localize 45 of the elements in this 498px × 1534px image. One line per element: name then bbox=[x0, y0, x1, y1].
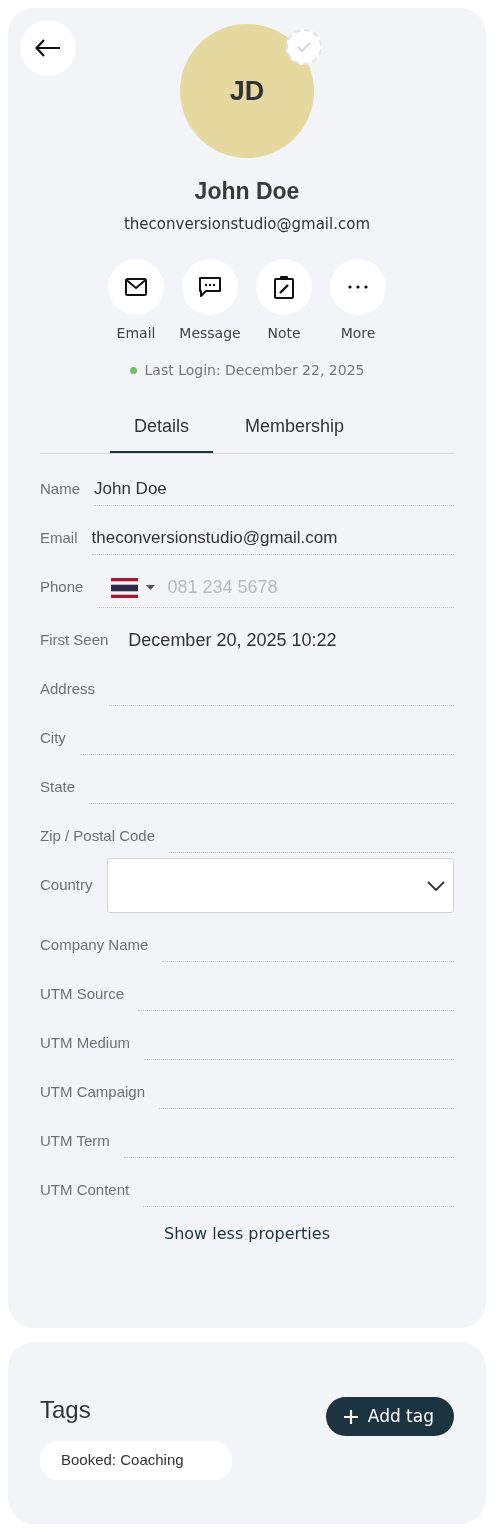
field-label: Country bbox=[40, 875, 93, 895]
field-label: State bbox=[40, 777, 76, 797]
field-label: UTM Campaign bbox=[40, 1082, 146, 1102]
field-label: First Seen bbox=[40, 630, 109, 650]
avatar-initials: JD bbox=[229, 74, 265, 108]
action-label: Message bbox=[179, 324, 241, 343]
clipboard-pencil-icon bbox=[273, 275, 295, 299]
field-label: Zip / Postal Code bbox=[40, 826, 156, 846]
field-label: Phone bbox=[40, 577, 84, 597]
tab[interactable]: Details bbox=[110, 407, 213, 453]
field-label: Address bbox=[40, 679, 96, 699]
check-icon bbox=[297, 42, 311, 52]
country-select[interactable] bbox=[106, 858, 454, 913]
section-title: Tags bbox=[40, 1395, 91, 1425]
phone-field[interactable]: 081 234 5678 bbox=[165, 573, 366, 602]
chevron-down-icon bbox=[427, 880, 445, 891]
action-label: Note bbox=[267, 324, 301, 343]
field-label: Name bbox=[40, 479, 80, 499]
input-field[interactable]: theconversionstudio@gmail.com bbox=[91, 519, 454, 555]
back-arrow-icon bbox=[35, 39, 61, 57]
show-less-link[interactable]: Show less properties bbox=[158, 1221, 336, 1247]
caret-icon bbox=[146, 585, 156, 590]
field-value: December 20, 2025 10:22 bbox=[127, 629, 338, 652]
field-label: UTM Content bbox=[40, 1180, 130, 1200]
field-label: City bbox=[40, 728, 66, 748]
add-tag-button[interactable]: Add tag bbox=[325, 1397, 454, 1436]
contact-name: John Doe bbox=[193, 177, 301, 206]
chat-icon bbox=[198, 276, 222, 298]
country-code-dropdown[interactable] bbox=[111, 577, 156, 598]
flag-icon bbox=[111, 577, 139, 598]
action-label: Email bbox=[116, 324, 156, 343]
input-field[interactable]: John Doe bbox=[94, 470, 454, 506]
plus-icon bbox=[343, 1409, 358, 1424]
field-label: UTM Source bbox=[40, 984, 125, 1004]
last-login-text: Last Login: December 22, 2025 bbox=[144, 361, 365, 380]
more-icon bbox=[347, 284, 369, 290]
action-label: More bbox=[340, 324, 376, 343]
tab[interactable]: Membership bbox=[243, 407, 346, 453]
field-label: Company Name bbox=[40, 935, 149, 955]
tag-chip: Booked: Coaching bbox=[40, 1441, 232, 1480]
field-label: Email bbox=[40, 528, 78, 548]
envelope-icon bbox=[124, 277, 148, 297]
field-label: UTM Term bbox=[40, 1131, 110, 1151]
contact-email: theconversionstudio@gmail.com bbox=[124, 214, 370, 233]
field-label: UTM Medium bbox=[40, 1033, 130, 1053]
